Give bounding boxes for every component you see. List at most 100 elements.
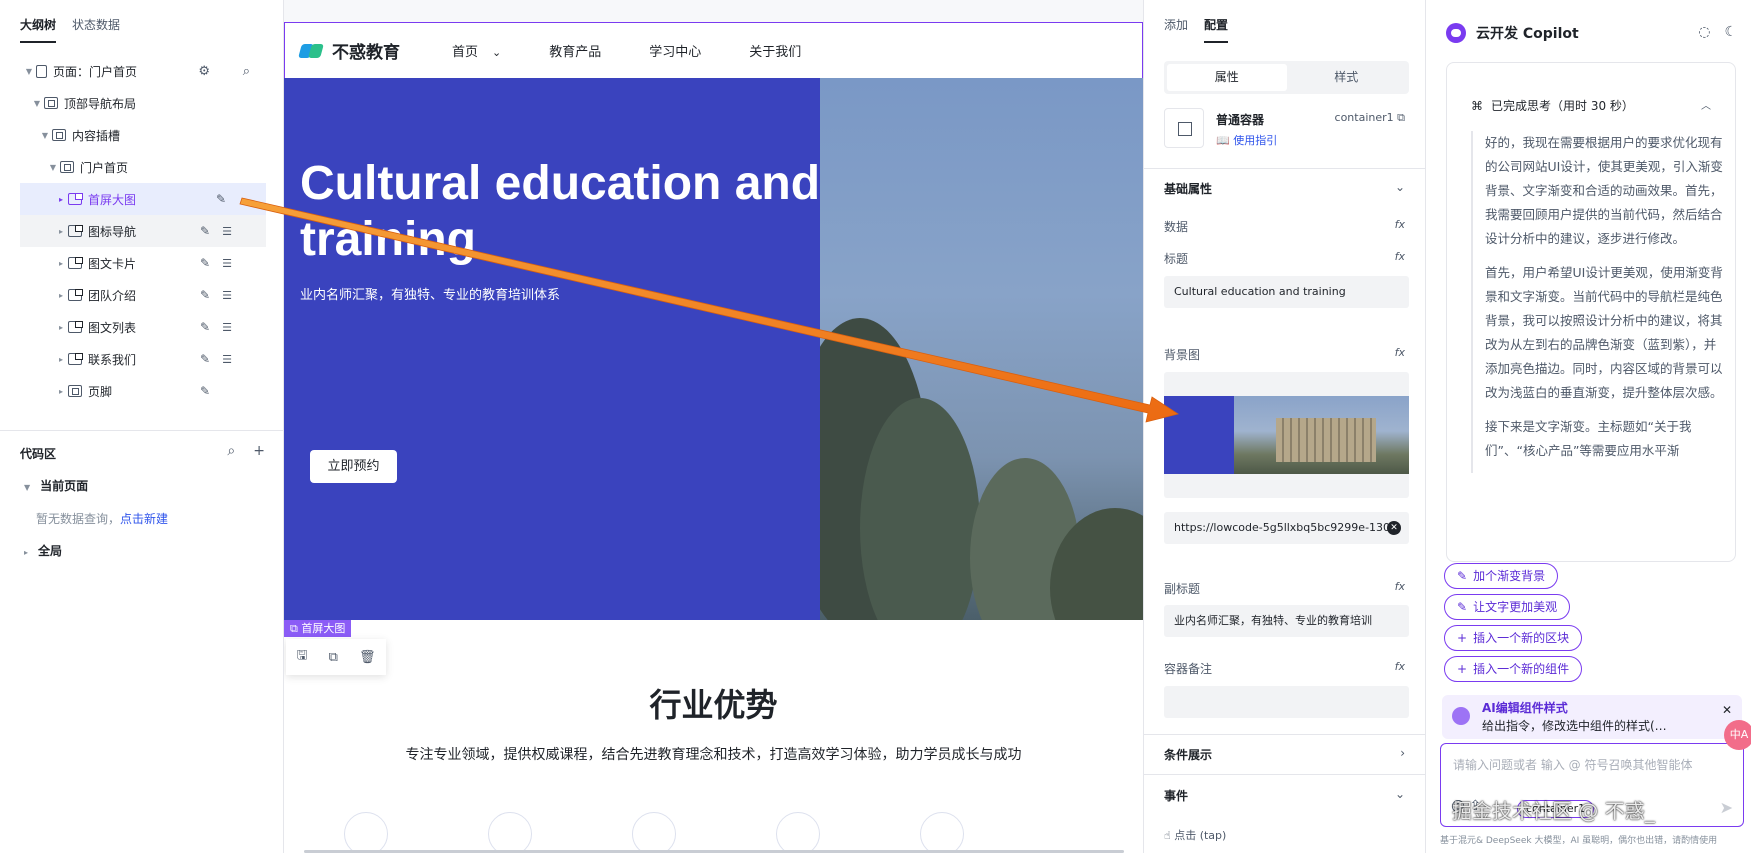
language-badge[interactable]: 中A	[1724, 720, 1751, 750]
usage-guide-link[interactable]: 📖 使用指引	[1216, 132, 1277, 148]
nav-item-home[interactable]: 首页 ⌄	[452, 41, 501, 60]
caret-right-icon[interactable]: ▸	[54, 355, 68, 364]
plus-icon: +	[1457, 631, 1468, 645]
caret-right-icon[interactable]: ▸	[54, 195, 68, 204]
chip-text-beautify[interactable]: ✎ 让文字更加美观	[1444, 594, 1571, 620]
book-now-button[interactable]: 立即预约	[310, 450, 397, 483]
new-chat-icon[interactable]: ◌	[1698, 24, 1710, 40]
chip-insert-component[interactable]: + 插入一个新的组件	[1444, 656, 1583, 682]
chip-insert-block[interactable]: + 插入一个新的区块	[1444, 625, 1583, 651]
ai-style-edit-card[interactable]: AI编辑组件样式 给出指令，修改选中组件的样式(… ✕	[1442, 695, 1742, 739]
create-query-link[interactable]: 点击新建	[120, 512, 168, 526]
brush-icon[interactable]: ✎	[200, 352, 210, 366]
chevron-up-icon[interactable]: ︿	[1701, 97, 1711, 112]
site-navbar[interactable]: 不惑教育 首页 ⌄ 教育产品 学习中心 关于我们	[284, 22, 1143, 78]
caret-right-icon[interactable]: ▸	[54, 387, 68, 396]
brush-icon[interactable]: ✎	[200, 256, 210, 270]
thinking-paragraph: 首先，用户希望UI设计更美观，使用渐变背景和文字渐变。当前代码中的导航栏是纯色背…	[1485, 265, 1723, 400]
field-label-data: 数据	[1164, 220, 1189, 234]
close-icon[interactable]: ✕	[1722, 703, 1732, 717]
basic-props-header[interactable]: 基础属性	[1164, 180, 1212, 197]
caret-down-icon[interactable]: ▼	[30, 99, 44, 108]
clear-icon[interactable]: ✕	[1387, 521, 1401, 535]
divider	[1144, 734, 1427, 735]
events-header[interactable]: 事件	[1164, 787, 1188, 804]
code-current-page[interactable]: ▼ 当前页面	[24, 477, 88, 494]
database-icon[interactable]: ☰	[222, 257, 232, 270]
site-logo[interactable]: 不惑教育	[300, 38, 400, 63]
conditional-display-header[interactable]: 条件展示	[1164, 746, 1212, 763]
search-icon[interactable]: ⌕	[243, 64, 250, 79]
segment-style[interactable]: 样式	[1287, 64, 1407, 91]
hero-banner[interactable]: Cultural education and training 业内名师汇聚，有…	[284, 78, 1143, 620]
brush-icon[interactable]: ✎	[200, 224, 210, 238]
component-id[interactable]: container1 ⧉	[1335, 111, 1405, 125]
tree-node-content-slot[interactable]: ▼ 内容插槽	[20, 119, 266, 151]
subtitle-input[interactable]: 业内名师汇聚，有独特、专业的教育培训	[1164, 605, 1409, 637]
database-icon[interactable]: ☰	[222, 225, 232, 238]
chevron-down-icon[interactable]: ⌄	[1395, 787, 1405, 801]
search-icon[interactable]: ⌕	[227, 443, 235, 459]
title-input[interactable]: Cultural education and training	[1164, 276, 1409, 308]
tree-node-page[interactable]: ▼ 页面：门户首页 ⚙ ⌕	[20, 55, 266, 87]
brush-icon[interactable]: ✎	[200, 288, 210, 302]
caret-right-icon[interactable]: ▸	[54, 227, 68, 236]
fx-icon[interactable]: fx	[1395, 660, 1405, 673]
save-icon[interactable]: 🖫	[297, 646, 308, 668]
ai-card-title: AI编辑组件样式	[1482, 701, 1568, 715]
send-icon[interactable]: ➤	[1720, 798, 1733, 817]
selected-component-tag[interactable]: ⧉ 首屏大图	[284, 620, 352, 637]
tab-add[interactable]: 添加	[1164, 16, 1188, 43]
fx-icon[interactable]: fx	[1395, 250, 1405, 263]
copy-icon[interactable]: ⧉	[1397, 111, 1405, 124]
copy-icon[interactable]: ⧉	[329, 650, 338, 665]
fx-icon[interactable]: fx	[1395, 346, 1405, 359]
tree-node-image-list[interactable]: ▸ 图文列表 ✎ ☰	[20, 311, 266, 343]
tab-outline-tree[interactable]: 大纲树	[20, 16, 57, 43]
fx-icon[interactable]: fx	[1395, 580, 1405, 593]
background-image-thumbnail[interactable]	[1164, 396, 1409, 474]
tree-node-hero[interactable]: ▸ 首屏大图 ✎	[20, 183, 266, 215]
brush-icon[interactable]: ✎	[200, 384, 210, 398]
chevron-down-icon[interactable]: ⌄	[1395, 180, 1405, 194]
database-icon[interactable]: ☰	[222, 289, 232, 302]
tree-node-team[interactable]: ▸ 团队介绍 ✎ ☰	[20, 279, 266, 311]
segment-properties[interactable]: 属性	[1167, 64, 1287, 91]
database-icon[interactable]: ☰	[222, 353, 232, 366]
tree-node-portal-home[interactable]: ▼ 门户首页	[20, 151, 266, 183]
settings-icon[interactable]: ⚙	[198, 64, 210, 79]
caret-right-icon[interactable]: ▸	[54, 259, 68, 268]
container-note-input[interactable]	[1164, 686, 1409, 718]
code-global[interactable]: ▸ 全局	[24, 542, 62, 559]
caret-right-icon[interactable]: ▸	[54, 291, 68, 300]
theme-moon-icon[interactable]: ☾	[1724, 24, 1737, 40]
tree-node-contact[interactable]: ▸ 联系我们 ✎ ☰	[20, 343, 266, 375]
delete-icon[interactable]: 🗑	[359, 650, 376, 665]
caret-down-icon[interactable]: ▼	[46, 163, 60, 172]
event-tap[interactable]: ☝ 点击 (tap)	[1164, 827, 1226, 843]
caret-right-icon[interactable]: ▸	[54, 323, 68, 332]
outline-panel: 大纲树 状态数据 ▼ 页面：门户首页 ⚙ ⌕ ▼ 顶部导航布局 ▼ 内容插槽 ▼…	[0, 0, 284, 853]
caret-down-icon[interactable]: ▼	[22, 67, 36, 76]
plus-icon[interactable]: +	[253, 443, 265, 459]
tree-node-footer[interactable]: ▸ 页脚 ✎	[20, 375, 266, 407]
brush-icon[interactable]: ✎	[216, 192, 226, 206]
fx-icon[interactable]: fx	[1395, 218, 1405, 231]
thinking-header[interactable]: ⌘ 已完成思考（用时 30 秒） ︿	[1471, 97, 1711, 114]
nav-item-learning[interactable]: 学习中心	[649, 41, 701, 60]
brush-icon[interactable]: ✎	[200, 320, 210, 334]
tab-state-data[interactable]: 状态数据	[72, 16, 120, 43]
tree-node-header-nav[interactable]: ▼ 顶部导航布局	[20, 87, 266, 119]
chip-gradient-bg[interactable]: ✎ 加个渐变背景	[1444, 563, 1559, 589]
tab-config[interactable]: 配置	[1204, 16, 1229, 43]
tree-node-image-card[interactable]: ▸ 图文卡片 ✎ ☰	[20, 247, 266, 279]
thinking-icon: ⌘	[1471, 99, 1483, 113]
chevron-right-icon[interactable]: ›	[1400, 746, 1405, 760]
tree-node-icon-nav[interactable]: ▸ 图标导航 ✎ ☰	[20, 215, 266, 247]
nav-item-about[interactable]: 关于我们	[749, 41, 801, 60]
background-url-input[interactable]: https://lowcode-5g5llxbq5bc9299e-130 ✕	[1164, 512, 1409, 544]
caret-down-icon[interactable]: ▼	[38, 131, 52, 140]
database-icon[interactable]: ☰	[222, 321, 232, 334]
nav-item-products[interactable]: 教育产品	[549, 41, 601, 60]
nav-item-label: 首页	[452, 45, 479, 60]
